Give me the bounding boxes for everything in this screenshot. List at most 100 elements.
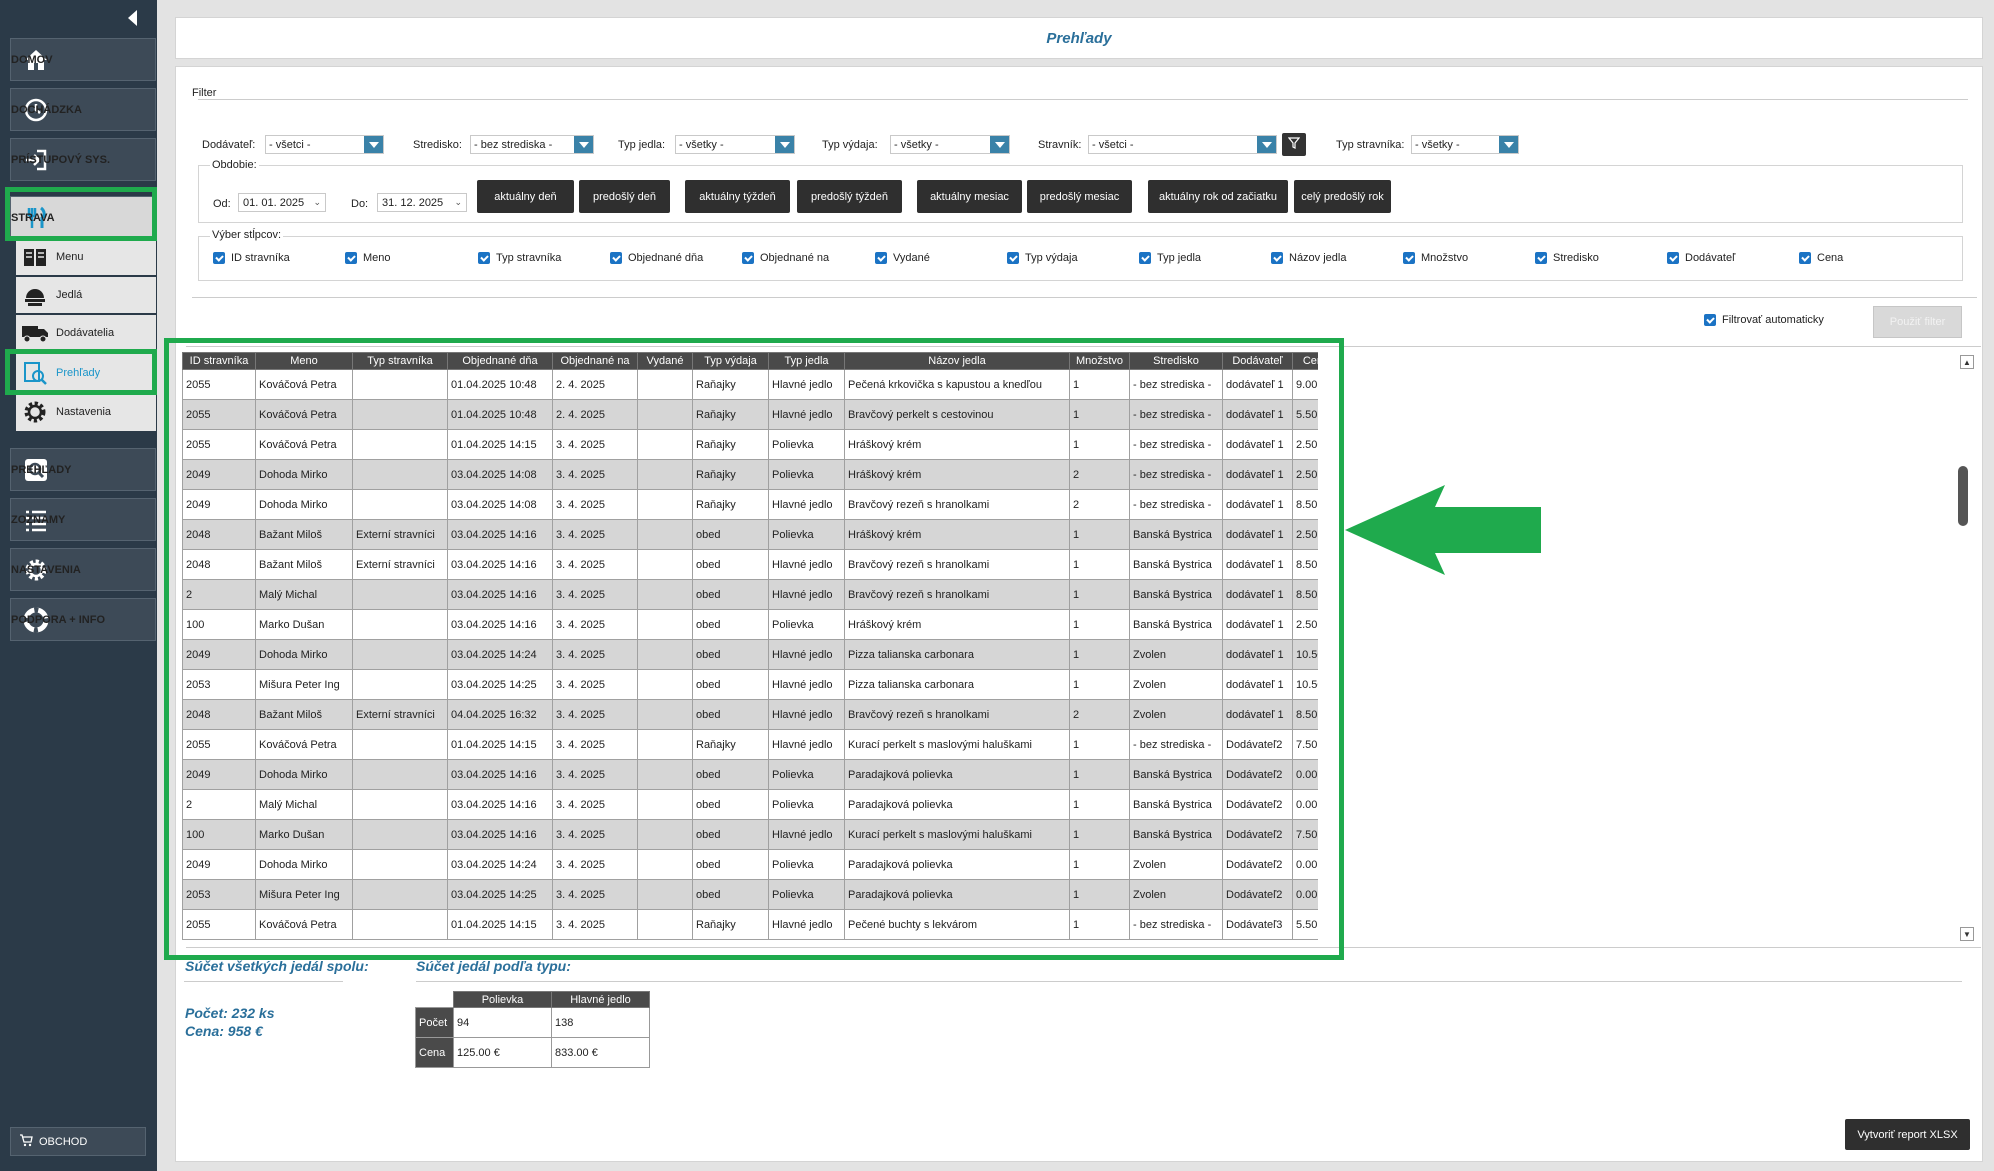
diner-select[interactable]: - všetci - xyxy=(1088,135,1277,154)
table-row[interactable]: 2055 Kováčová Petra 01.04.2025 14:15 3. 4. … xyxy=(182,909,1318,940)
shop-button[interactable]: OBCHOD xyxy=(10,1127,146,1156)
column-checkbox[interactable]: Stredisko xyxy=(1535,252,1599,264)
previous-day-button[interactable]: predošlý deň xyxy=(579,180,670,213)
column-checkbox[interactable]: Meno xyxy=(345,252,391,264)
sub-jedla[interactable]: Jedlá xyxy=(16,277,156,313)
previous-week-button[interactable]: predošlý týždeň xyxy=(797,180,902,213)
current-year-button[interactable]: aktuálny rok od začiatku xyxy=(1148,180,1288,213)
column-checkbox[interactable]: Množstvo xyxy=(1403,252,1468,264)
column-header[interactable]: Objednané na xyxy=(552,352,638,370)
column-checkbox[interactable]: Cena xyxy=(1799,252,1843,264)
column-header[interactable]: Meno xyxy=(255,352,353,370)
nav-strava[interactable]: STRAVA xyxy=(10,196,156,239)
column-header[interactable]: Stredisko xyxy=(1129,352,1223,370)
column-header[interactable]: Cena xyxy=(1292,352,1318,370)
table-row[interactable]: 2 Malý Michal 03.04.2025 14:16 3. 4. 2025 ob… xyxy=(182,789,1318,820)
table-cell: obed xyxy=(692,789,769,820)
nav-domov[interactable]: DOMOV xyxy=(10,38,156,81)
table-row[interactable]: 2049 Dohoda Mirko 03.04.2025 14:16 3. 4. 20… xyxy=(182,759,1318,790)
current-week-button[interactable]: aktuálny týždeň xyxy=(685,180,790,213)
column-checkbox[interactable]: Názov jedla xyxy=(1271,252,1346,264)
column-header[interactable]: Názov jedla xyxy=(844,352,1070,370)
table-cell: Polievka xyxy=(768,459,845,490)
nav-nastavenia[interactable]: NASTAVENIA xyxy=(10,548,156,591)
column-checkbox[interactable]: Typ výdaja xyxy=(1007,252,1078,264)
table-row[interactable]: 2055 Kováčová Petra 01.04.2025 14:15 3. 4. … xyxy=(182,729,1318,760)
table-cell xyxy=(637,579,693,610)
meal-type-select[interactable]: - všetky - xyxy=(675,135,795,154)
sub-dodavatelia[interactable]: Dodávatelia xyxy=(16,315,156,351)
table-row[interactable]: 2055 Kováčová Petra 01.04.2025 14:15 3. 4. … xyxy=(182,429,1318,460)
diner-type-select[interactable]: - všetky - xyxy=(1411,135,1519,154)
scroll-up-icon[interactable]: ▲ xyxy=(1960,355,1974,369)
current-month-button[interactable]: aktuálny mesiac xyxy=(917,180,1022,213)
table-cell: 03.04.2025 14:08 xyxy=(447,459,553,490)
table-cell: obed xyxy=(692,549,769,580)
apply-filter-button[interactable]: Použiť filter xyxy=(1873,306,1962,338)
table-row[interactable]: 2053 Mišura Peter Ing 03.04.2025 14:25 3. 4… xyxy=(182,669,1318,700)
nav-label: PODPORA + INFO xyxy=(11,613,106,626)
nav-prehlady[interactable]: PREHĽADY xyxy=(10,448,156,491)
table-row[interactable]: 2049 Dohoda Mirko 03.04.2025 14:24 3. 4. 20… xyxy=(182,639,1318,670)
nav-zoznamy[interactable]: ZOZNAMY xyxy=(10,498,156,541)
nav-dochadzka[interactable]: DOCHÁDZKA xyxy=(10,88,156,131)
table-row[interactable]: 2055 Kováčová Petra 01.04.2025 10:48 2. 4. … xyxy=(182,369,1318,400)
collapse-sidebar-icon[interactable] xyxy=(128,10,137,26)
column-header[interactable]: Množstvo xyxy=(1069,352,1130,370)
scrollbar-thumb[interactable] xyxy=(1958,466,1968,526)
current-day-button[interactable]: aktuálny deň xyxy=(477,180,574,213)
issue-type-select[interactable]: - všetky - xyxy=(890,135,1010,154)
column-checkbox[interactable]: Objednané na xyxy=(742,252,829,264)
table-row[interactable]: 2049 Dohoda Mirko 03.04.2025 14:08 3. 4. 20… xyxy=(182,489,1318,520)
column-header[interactable]: Objednané dňa xyxy=(447,352,553,370)
table-row[interactable]: 2053 Mišura Peter Ing 03.04.2025 14:25 3. 4… xyxy=(182,879,1318,910)
to-date-input[interactable]: 31. 12. 2025 ⌄ xyxy=(377,193,467,212)
table-row[interactable]: 100 Marko Dušan 03.04.2025 14:16 3. 4. 2025… xyxy=(182,819,1318,850)
nav-pristupovy[interactable]: PRÍSTUPOVÝ SYS. xyxy=(10,138,156,181)
table-row[interactable]: 2048 Bažant Miloš Externí stravníci 03.04.2… xyxy=(182,549,1318,580)
sub-nastavenia[interactable]: Nastavenia xyxy=(16,393,156,431)
column-checkbox[interactable]: ID stravníka xyxy=(213,252,290,264)
supplier-value: - všetci - xyxy=(269,138,311,151)
create-report-button[interactable]: Vytvoriť report XLSX xyxy=(1845,1119,1970,1150)
filter-toggle-button[interactable] xyxy=(1282,133,1306,156)
table-cell xyxy=(352,609,448,640)
center-select[interactable]: - bez strediska - xyxy=(470,135,594,154)
column-header[interactable]: Vydané xyxy=(637,352,693,370)
table-row[interactable]: 100 Marko Dušan 03.04.2025 14:16 3. 4. 2025… xyxy=(182,609,1318,640)
column-checkbox[interactable]: Dodávateľ xyxy=(1667,252,1735,264)
table-row[interactable]: 2048 Bažant Miloš Externí stravníci 04.04.2… xyxy=(182,699,1318,730)
table-row[interactable]: 2049 Dohoda Mirko 03.04.2025 14:08 3. 4. 20… xyxy=(182,459,1318,490)
table-cell: Paradajková polievka xyxy=(844,789,1070,820)
from-date-input[interactable]: 01. 01. 2025 ⌄ xyxy=(238,193,326,212)
table-row[interactable]: 2048 Bažant Miloš Externí stravníci 03.04.2… xyxy=(182,519,1318,550)
chevron-down-icon xyxy=(775,136,794,153)
previous-month-button[interactable]: predošlý mesiac xyxy=(1027,180,1132,213)
sub-menu[interactable]: Menu xyxy=(16,239,156,275)
sub-prehlady[interactable]: Prehľady xyxy=(16,353,156,393)
column-checkbox[interactable]: Typ jedla xyxy=(1139,252,1201,264)
table-cell: obed xyxy=(692,759,769,790)
column-header[interactable]: Typ výdaja xyxy=(692,352,769,370)
table-cell: 01.04.2025 14:15 xyxy=(447,729,553,760)
column-checkbox[interactable]: Objednané dňa xyxy=(610,252,703,264)
table-cell: Banská Bystrica xyxy=(1129,789,1223,820)
supplier-select[interactable]: - všetci - xyxy=(265,135,384,154)
column-header[interactable]: Dodávateľ xyxy=(1222,352,1293,370)
previous-year-button[interactable]: celý predošlý rok xyxy=(1294,180,1391,213)
nav-podpora[interactable]: PODPORA + INFO xyxy=(10,598,156,641)
diner-type-label: Typ stravníka: xyxy=(1336,139,1405,151)
column-header[interactable]: ID stravníka xyxy=(182,352,256,370)
column-checkbox[interactable]: Typ stravníka xyxy=(478,252,561,264)
column-header[interactable]: Typ stravníka xyxy=(352,352,448,370)
table-row[interactable]: 2 Malý Michal 03.04.2025 14:16 3. 4. 2025 ob… xyxy=(182,579,1318,610)
table-row[interactable]: 2055 Kováčová Petra 01.04.2025 10:48 2. 4. … xyxy=(182,399,1318,430)
column-header[interactable]: Typ jedla xyxy=(768,352,845,370)
column-checkbox[interactable]: Vydané xyxy=(875,252,930,264)
scroll-down-icon[interactable]: ▼ xyxy=(1960,927,1974,941)
page-title: Prehľady xyxy=(1046,29,1112,47)
auto-filter-checkbox[interactable]: Filtrovať automaticky xyxy=(1704,314,1824,326)
table-cell xyxy=(352,459,448,490)
table-cell: Hlavné jedlo xyxy=(768,489,845,520)
table-row[interactable]: 2049 Dohoda Mirko 03.04.2025 14:24 3. 4. 20… xyxy=(182,849,1318,880)
